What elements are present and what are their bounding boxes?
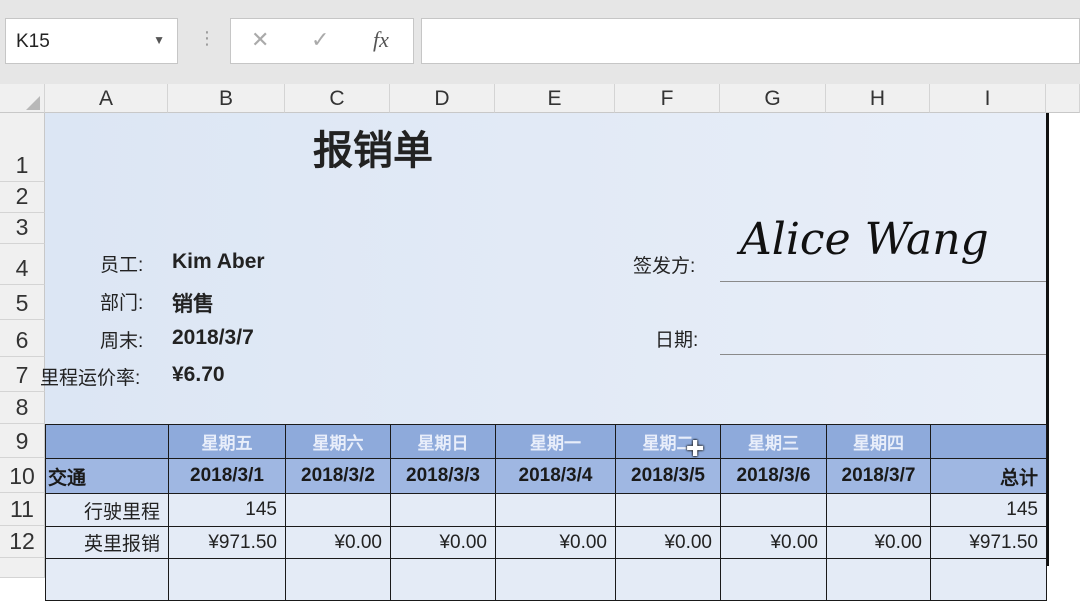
date-header[interactable]: 2018/3/7 [826,458,931,494]
row-header-10[interactable]: 10 [0,458,45,493]
row-header-5[interactable]: 5 [0,285,45,320]
employee-value[interactable]: Kim Aber [172,250,265,274]
cell-I9[interactable] [930,424,1047,459]
week-end-label: 周末: [100,331,144,352]
table-cell[interactable]: ¥0.00 [615,526,721,559]
cell-A9[interactable] [45,424,169,459]
row-header-13[interactable] [0,558,45,578]
cell-row13[interactable] [720,558,827,601]
date-line [720,354,1046,355]
cell-row13[interactable] [495,558,616,601]
table-cell[interactable] [826,493,931,527]
insert-function-icon[interactable]: fx [373,27,389,53]
row-header-11[interactable]: 11 [0,493,45,526]
date-label: 日期: [655,330,699,351]
rate-value[interactable]: ¥6.70 [172,363,225,387]
row-header-3[interactable]: 3 [0,213,45,244]
table-cell[interactable] [495,493,616,527]
date-header[interactable]: 2018/3/1 [168,458,286,494]
table-cell[interactable]: ¥971.50 [168,526,286,559]
row-header-8[interactable]: 8 [0,392,45,424]
formula-buttons: ✕ ✓ fx [230,18,414,64]
row-header-6[interactable]: 6 [0,320,45,357]
formula-input[interactable] [421,18,1080,64]
table-cell[interactable]: 145 [168,493,286,527]
cursor-plus-icon: ✚ [686,436,705,461]
row-header-1[interactable]: 1 [0,113,45,182]
total-cell[interactable]: ¥971.50 [930,526,1047,559]
issuer-label: 签发方: [633,256,696,277]
table-cell[interactable] [615,493,721,527]
weekday-header[interactable]: 星期三 [720,424,827,459]
row-header-7[interactable]: 7 [0,357,45,392]
column-header-B[interactable]: B [168,84,285,113]
dept-label: 部门: [100,293,144,314]
column-header-J[interactable] [1046,84,1080,113]
table-cell[interactable]: ¥0.00 [495,526,616,559]
column-header-I[interactable]: I [930,84,1046,113]
name-box-value: K15 [16,31,50,52]
cell-row13[interactable] [826,558,931,601]
section-label[interactable]: 交通 [45,458,169,494]
name-box[interactable]: K15 ▼ [5,18,178,64]
chevron-down-icon[interactable]: ▼ [153,33,165,47]
weekday-header[interactable]: 星期五 [168,424,286,459]
weekday-header[interactable]: 星期一 [495,424,616,459]
table-cell[interactable]: ¥0.00 [826,526,931,559]
date-header[interactable]: 2018/3/3 [390,458,496,494]
table-cell[interactable] [390,493,496,527]
signature: Alice Wang [740,214,989,265]
weekday-header[interactable]: 星期六 [285,424,391,459]
cell-row13[interactable] [285,558,391,601]
cell-row13[interactable] [45,558,169,601]
select-all-corner[interactable] [0,84,45,113]
enter-icon[interactable]: ✓ [311,27,329,53]
date-header[interactable]: 2018/3/4 [495,458,616,494]
sheet-title: 报销单 [313,129,433,173]
row-header-2[interactable]: 2 [0,182,45,213]
rate-label: 里程运价率: [40,368,141,389]
cancel-icon[interactable]: ✕ [251,27,269,53]
total-cell[interactable]: 145 [930,493,1047,527]
cell-row13[interactable] [390,558,496,601]
column-header-F[interactable]: F [615,84,720,113]
date-header[interactable]: 2018/3/2 [285,458,391,494]
weekday-header[interactable]: 星期二 [615,424,721,459]
row-label[interactable]: 英里报销 [45,526,169,559]
table-cell[interactable]: ¥0.00 [390,526,496,559]
table-cell[interactable]: ¥0.00 [285,526,391,559]
table-cell[interactable] [285,493,391,527]
column-header-H[interactable]: H [826,84,930,113]
column-header-D[interactable]: D [390,84,495,113]
employee-label: 员工: [100,255,144,276]
row-label[interactable]: 行驶里程 [45,493,169,527]
column-header-A[interactable]: A [45,84,168,113]
week-end-value[interactable]: 2018/3/7 [172,326,254,350]
row-header-12[interactable]: 12 [0,526,45,558]
column-header-E[interactable]: E [495,84,615,113]
row-header-4[interactable]: 4 [0,244,45,285]
more-icon: ⋮ [198,28,216,48]
weekday-header[interactable]: 星期日 [390,424,496,459]
table-cell[interactable] [720,493,827,527]
date-header[interactable]: 2018/3/6 [720,458,827,494]
total-header[interactable]: 总计 [930,458,1047,494]
table-cell[interactable]: ¥0.00 [720,526,827,559]
cell-row13[interactable] [930,558,1047,601]
date-header[interactable]: 2018/3/5 [615,458,721,494]
cell-row13[interactable] [615,558,721,601]
signature-line [720,281,1046,282]
column-header-G[interactable]: G [720,84,826,113]
weekday-header[interactable]: 星期四 [826,424,931,459]
row-header-9[interactable]: 9 [0,424,45,458]
cell-row13[interactable] [168,558,286,601]
column-header-C[interactable]: C [285,84,390,113]
dept-value[interactable]: 销售 [172,288,214,318]
